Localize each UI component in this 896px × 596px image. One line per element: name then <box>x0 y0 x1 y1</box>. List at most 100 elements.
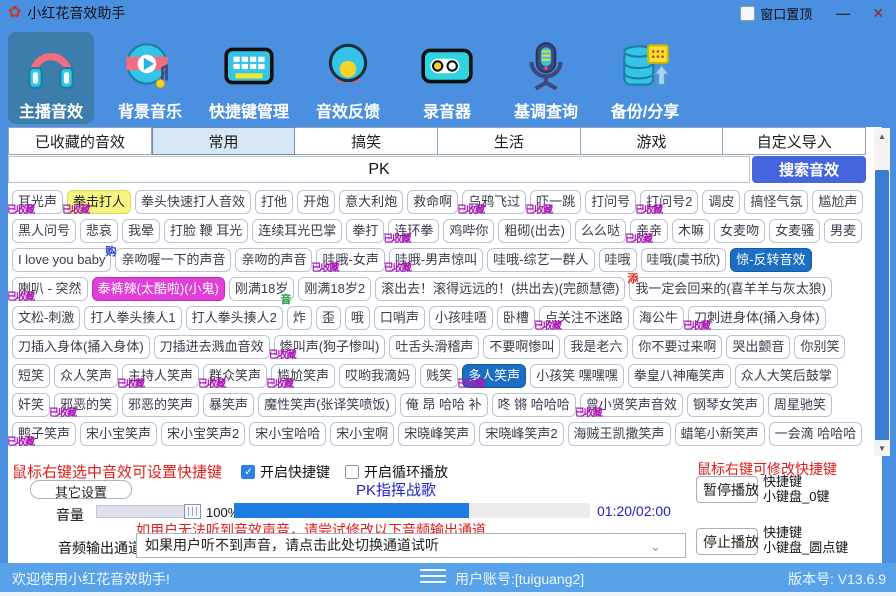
sound-button[interactable]: 邪恶的笑声 <box>122 393 200 417</box>
sound-button[interactable]: 鸡哔你 <box>443 219 495 243</box>
toolbar-item-hotkey-manager[interactable]: 快捷键管理 <box>206 32 292 124</box>
sound-button[interactable]: 周星驰笑 <box>767 393 832 417</box>
sound-button[interactable]: 女麦骚 <box>769 219 821 243</box>
stop-button[interactable]: 停止播放 <box>696 528 759 555</box>
always-on-top-checkbox[interactable] <box>740 5 756 21</box>
sound-button[interactable]: 文松-刺激 <box>12 306 81 330</box>
sound-button[interactable]: 卧槽 <box>496 306 535 330</box>
sound-button[interactable]: 邪恶的笑 已收藏 <box>49 393 119 419</box>
sound-button[interactable]: 海公牛 <box>632 306 684 330</box>
sound-button[interactable]: 刀插入身体(捅入身体) <box>12 335 150 359</box>
search-button[interactable]: 搜索音效 <box>752 156 866 183</box>
search-input[interactable]: PK <box>8 156 750 183</box>
sound-button[interactable]: 尴尬声 <box>812 190 864 214</box>
sound-button[interactable]: 歪 <box>315 306 341 330</box>
sound-button[interactable]: 女麦吻 <box>714 219 766 243</box>
toolbar-item-key-query[interactable]: 基调查询 <box>503 32 589 124</box>
scroll-down-arrow-icon[interactable]: ▼ <box>874 440 890 456</box>
volume-slider-thumb[interactable] <box>184 504 201 519</box>
sound-button[interactable]: 你别笑 <box>794 335 846 359</box>
sound-button[interactable]: 群众笑声 已收藏 <box>198 364 268 390</box>
sound-button[interactable]: 一会滴 哈哈哈 <box>768 422 863 446</box>
sound-button[interactable]: 搞怪气氛 <box>744 190 809 214</box>
sound-button[interactable]: 刚满18岁音 <box>228 277 295 306</box>
sound-button[interactable]: 黑人问号 <box>12 219 77 243</box>
sound-button[interactable]: 拳打 <box>346 219 385 243</box>
sound-button[interactable]: 悲哀 <box>80 219 119 243</box>
sound-button[interactable]: 打人拳头揍人1 <box>84 306 182 330</box>
sound-button[interactable]: 哎哟我滴妈 <box>339 364 417 388</box>
close-button[interactable]: ✕ <box>872 5 884 22</box>
sound-button[interactable]: 男麦 <box>824 219 863 243</box>
sound-button[interactable]: 木嘛 <box>672 219 711 243</box>
sound-button[interactable]: 粗砌(出去) <box>498 219 572 243</box>
sound-button[interactable]: I love you baby 购 <box>12 246 116 272</box>
sound-button[interactable]: 宋晓峰笑声 <box>398 422 476 446</box>
sound-button[interactable]: 意大利炮 <box>339 190 404 214</box>
sound-button[interactable]: 喇叭 - 突然 已收藏 <box>7 277 88 303</box>
sound-button[interactable]: 哇哦-男声惊叫 已收藏 <box>384 248 484 274</box>
volume-slider[interactable] <box>96 504 201 519</box>
loop-checkbox[interactable] <box>345 465 359 479</box>
sound-button[interactable]: 拳击打人 已收藏 <box>62 190 132 216</box>
sound-button[interactable]: 众人大笑后鼓掌 <box>734 364 838 388</box>
sound-button[interactable]: 亲吻的声音 <box>235 248 313 272</box>
sound-button[interactable]: 救命啊 <box>407 190 459 214</box>
sound-button[interactable]: 哇哦-综艺一群人 <box>487 248 595 272</box>
list-scrollbar[interactable]: ▲ ▼ <box>874 128 890 456</box>
sound-button[interactable]: 打人拳头揍人2 <box>185 306 283 330</box>
sound-button[interactable]: 宋小宝啊 <box>330 422 395 446</box>
tab-game[interactable]: 游戏 <box>580 127 724 155</box>
scrollbar-thumb[interactable] <box>875 170 889 441</box>
sound-button[interactable]: 拳皇八神庵笑声 <box>627 364 731 388</box>
tab-favorited[interactable]: 已收藏的音效 <box>8 127 152 155</box>
sound-button[interactable]: 乌鸦飞过 已收藏 <box>457 190 527 216</box>
sound-button[interactable]: 泰裤辣(太酷啦)(小鬼) <box>91 277 225 301</box>
sound-button[interactable]: 主持人笑声 已收藏 <box>117 364 200 390</box>
sound-button[interactable]: 刚满18岁2 <box>298 277 372 301</box>
sound-button[interactable]: 魔性笑声(张译笑喷饭) <box>258 393 396 417</box>
sound-button[interactable]: 海贼王凯撒笑声 <box>567 422 671 446</box>
enable-hotkeys-toggle[interactable]: 开启快捷键 <box>241 462 330 482</box>
sound-button[interactable]: 多人笑声 已收藏 <box>457 364 527 390</box>
sound-button[interactable]: 小孩哇唔 <box>428 306 493 330</box>
sound-button[interactable]: 宋小宝笑声2 <box>161 422 246 446</box>
tab-custom-import[interactable]: 自定义导入 <box>723 127 867 155</box>
sound-button[interactable]: 鸭子笑声 已收藏 <box>7 422 77 448</box>
pause-button[interactable]: 暂停播放 <box>696 476 759 503</box>
sound-button[interactable]: 宋晓峰笑声2 <box>479 422 564 446</box>
sound-button[interactable]: 惊-反转音效 <box>730 248 812 272</box>
sound-button[interactable]: 连续耳光巴掌 <box>252 219 343 243</box>
toolbar-item-background-music[interactable]: 背景音乐 <box>107 32 193 124</box>
scroll-up-arrow-icon[interactable]: ▲ <box>874 128 890 144</box>
sound-button[interactable]: 众人笑声 <box>54 364 119 388</box>
audio-output-select[interactable]: 如果用户听不到声音，请点击此处切换通道试听 ⌄ <box>136 533 686 558</box>
tab-common[interactable]: 常用 <box>151 127 296 155</box>
sound-button[interactable]: 你不要过来啊 <box>632 335 723 359</box>
sound-button[interactable]: 开炮 <box>297 190 336 214</box>
sound-button[interactable]: 亲亲 已收藏 <box>625 219 669 245</box>
sound-button[interactable]: 宋小宝笑声 <box>80 422 158 446</box>
sound-button[interactable]: 哇哦(虞书欣) <box>640 248 727 272</box>
sound-button[interactable]: 吐舌头滑稽声 <box>389 335 480 359</box>
sound-button[interactable]: 拳头快速打人音效 <box>135 190 252 214</box>
sound-button[interactable]: 亲吻喔一下的声音 <box>115 248 232 272</box>
sound-button[interactable]: 惨叫声(狗子惨叫) 已收藏 <box>269 335 386 361</box>
sound-button[interactable]: 曾小贤笑声音效 已收藏 <box>575 393 683 419</box>
sound-button[interactable]: 我一定会回来的(喜羊羊与灰太狼) 添 <box>627 273 833 301</box>
sound-button[interactable]: 滚出去！滚得远远的！(拱出去)(完颜慧德) <box>375 277 626 301</box>
sound-button[interactable]: 打问号2 已收藏 <box>635 190 699 216</box>
sound-button[interactable]: 哦 <box>344 306 370 330</box>
sound-button[interactable]: 贱笑 <box>420 364 459 388</box>
sound-button[interactable]: 么么哒 <box>575 219 627 243</box>
sound-button[interactable]: 短笑 <box>12 364 51 388</box>
playback-progress-bar[interactable] <box>234 503 590 518</box>
sound-button[interactable]: 奸笑 <box>12 393 51 417</box>
sound-button[interactable]: 俺 昂 哈哈 补 <box>399 393 488 417</box>
sound-button[interactable]: 哭出颤音 <box>726 335 791 359</box>
sound-button[interactable]: 打他 <box>255 190 294 214</box>
sound-button[interactable]: 刀刺进身体(捅入身体) 已收藏 <box>683 306 826 332</box>
sound-button[interactable]: 暴笑声 <box>203 393 255 417</box>
sound-button[interactable]: 尴尬笑声 已收藏 <box>266 364 336 390</box>
tab-funny[interactable]: 搞笑 <box>295 127 439 155</box>
